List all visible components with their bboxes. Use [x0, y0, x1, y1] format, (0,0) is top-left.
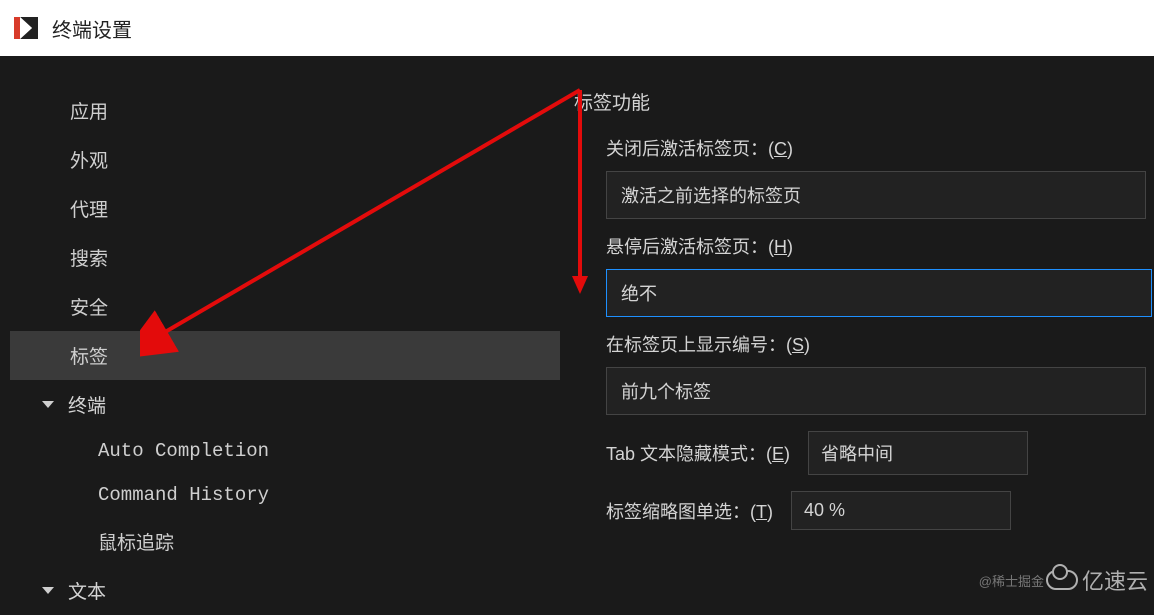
sidebar-item-command-history[interactable]: Command History [10, 473, 560, 517]
sidebar: 应用 外观 代理 搜索 安全 标签 终端 Auto Completion Com… [0, 56, 560, 602]
thumbnail-label: 标签缩略图单选：(T) [606, 498, 773, 524]
sidebar-item-appearance[interactable]: 外观 [10, 135, 560, 184]
hover-activate-label: 悬停后激活标签页：(H) [606, 233, 1154, 259]
chevron-down-icon [42, 401, 54, 408]
sidebar-item-mouse-tracking[interactable]: 鼠标追踪 [10, 517, 560, 566]
chevron-down-icon [42, 587, 54, 594]
close-activate-label: 关闭后激活标签页：(C) [606, 135, 1154, 161]
app-logo-icon [14, 15, 40, 41]
cloud-icon [1046, 570, 1078, 590]
sidebar-item-search[interactable]: 搜索 [10, 233, 560, 282]
watermark-yisu: 亿速云 [1046, 564, 1148, 596]
sidebar-item-auto-completion[interactable]: Auto Completion [10, 429, 560, 473]
sidebar-group-text[interactable]: 文本 [10, 566, 560, 615]
hide-mode-label: Tab 文本隐藏模式：(E) [606, 440, 790, 466]
thumbnail-select[interactable]: 40 % [791, 491, 1011, 530]
show-number-select[interactable]: 前九个标签 [606, 367, 1146, 415]
sidebar-group-label: 终端 [68, 391, 106, 418]
sidebar-group-label: 文本 [68, 577, 106, 604]
show-number-label: 在标签页上显示编号：(S) [606, 331, 1154, 357]
sidebar-item-app[interactable]: 应用 [10, 86, 560, 135]
hover-activate-select[interactable]: 绝不 [606, 269, 1152, 317]
hide-mode-select[interactable]: 省略中间 [808, 431, 1028, 475]
window-title: 终端设置 [52, 14, 132, 43]
sidebar-item-tabs[interactable]: 标签 [10, 331, 560, 380]
sidebar-item-security[interactable]: 安全 [10, 282, 560, 331]
main-panel: 标签功能 关闭后激活标签页：(C) 激活之前选择的标签页 悬停后激活标签页：(H… [560, 56, 1154, 602]
sidebar-item-proxy[interactable]: 代理 [10, 184, 560, 233]
watermark-juejin: @稀士掘金 [979, 571, 1044, 590]
sidebar-group-terminal[interactable]: 终端 [10, 380, 560, 429]
close-activate-select[interactable]: 激活之前选择的标签页 [606, 171, 1146, 219]
section-title: 标签功能 [570, 88, 1154, 115]
titlebar: 终端设置 [0, 0, 1154, 56]
